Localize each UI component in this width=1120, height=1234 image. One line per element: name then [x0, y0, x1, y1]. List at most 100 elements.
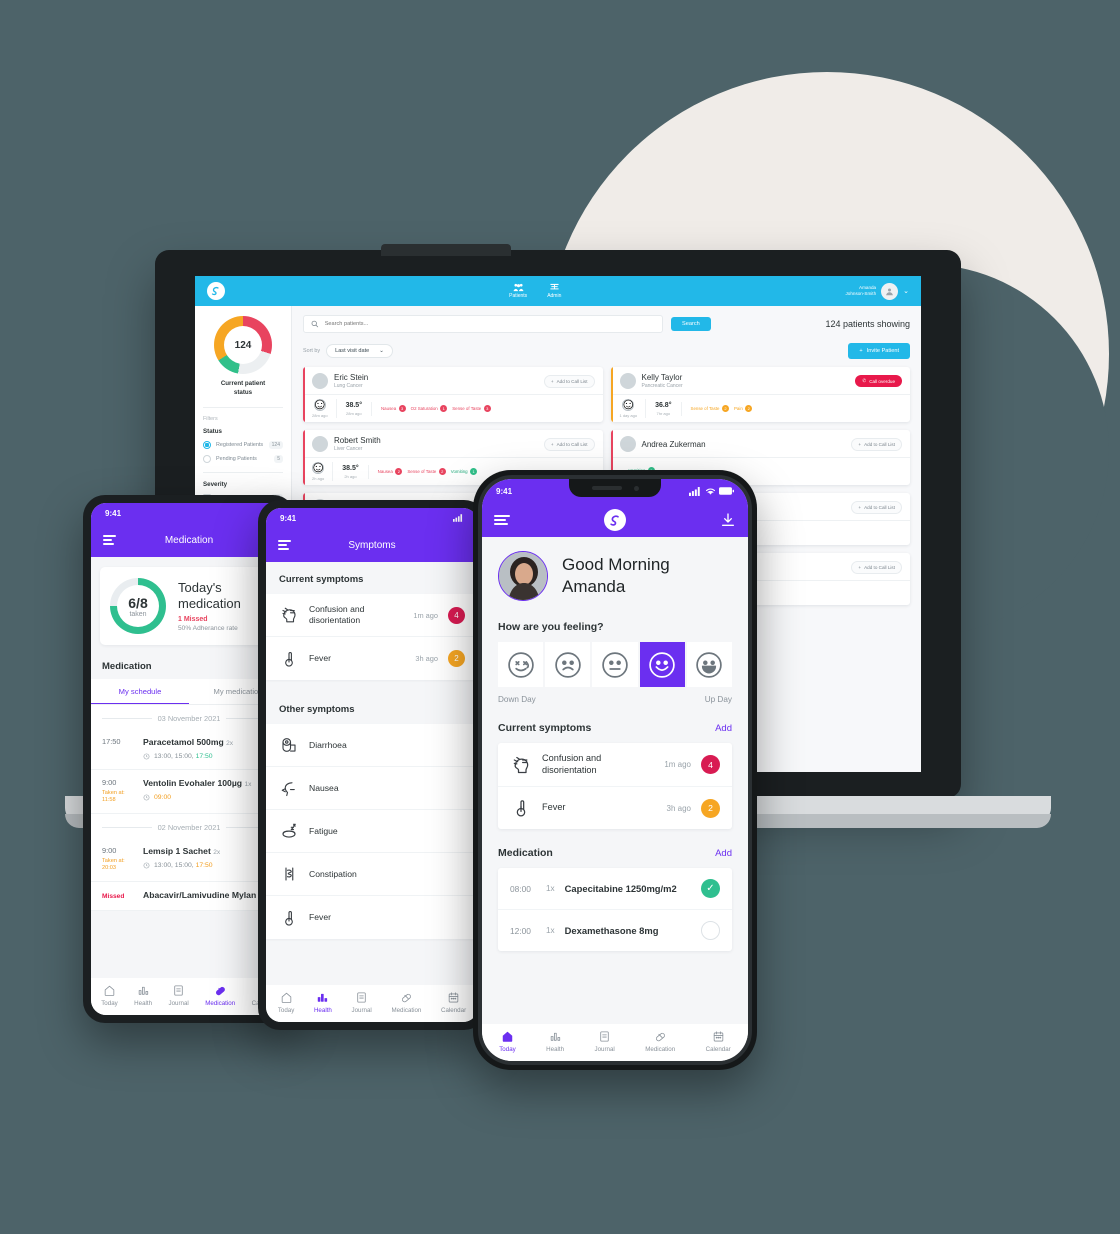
- nav-item-admin[interactable]: Admin: [547, 283, 561, 299]
- filter-registered-patients[interactable]: Registered Patients 124: [203, 440, 283, 449]
- nav-item-journal[interactable]: Journal: [169, 984, 189, 1007]
- patient-identity: Andrea Zukerman: [642, 440, 706, 449]
- search-button[interactable]: Search: [671, 317, 711, 331]
- symptom-row[interactable]: Nausea: [266, 767, 478, 810]
- nav-item-journal[interactable]: Journal: [595, 1030, 615, 1053]
- radio-icon[interactable]: [203, 440, 211, 449]
- thermometer-icon: [516, 800, 526, 817]
- mood-selector: [482, 642, 748, 688]
- nav-item-calendar[interactable]: Calendar: [706, 1030, 731, 1053]
- add-symptom-button[interactable]: Add: [715, 723, 732, 734]
- nav-item-health[interactable]: Health: [134, 984, 152, 1007]
- sort-select[interactable]: Last visit date ⌄: [326, 344, 393, 358]
- avatar: [619, 373, 636, 389]
- severity-label: Severity: [203, 480, 228, 488]
- tag-label: Sense of Taste: [407, 469, 437, 474]
- search-box[interactable]: [303, 315, 663, 333]
- symptom-tag: Nausea 3: [381, 404, 406, 413]
- dose-checkbox[interactable]: [701, 921, 720, 941]
- symptom-row[interactable]: Confusion and disorientation 1m ago 4: [498, 743, 732, 788]
- patient-mood: ☺ 2h ago: [310, 459, 334, 481]
- medication-row[interactable]: 08:00 1x Capecitabine 1250mg/m2 ✓: [498, 868, 732, 911]
- dose-time: 17:50: [102, 737, 121, 746]
- add-to-call-list-button[interactable]: +Add to Call List: [543, 437, 595, 451]
- mood-option-sad[interactable]: [545, 642, 591, 688]
- nav-item-patients[interactable]: Patients: [509, 283, 527, 299]
- add-to-call-list-button[interactable]: +Add to Call List: [851, 500, 902, 514]
- tab-my-schedule[interactable]: My schedule: [91, 679, 189, 704]
- sort-row: Sort by Last visit date ⌄ + Invite Patie…: [303, 343, 910, 359]
- patient-card[interactable]: Eric Stein Lung Cancer + Add to Call List ☺ 2…: [303, 367, 603, 422]
- app-bar: [482, 503, 748, 537]
- symptom-row[interactable]: Fever 3h ago 2: [266, 637, 478, 680]
- mood-timestamp: 1 day ago: [619, 413, 638, 418]
- nav-item-today[interactable]: Today: [499, 1030, 516, 1053]
- search-input[interactable]: [324, 321, 655, 327]
- patient-diagnosis: Lung Cancer: [334, 383, 363, 389]
- download-icon[interactable]: [720, 512, 736, 528]
- symptom-row[interactable]: Diarrhoea: [266, 724, 478, 767]
- radio-icon[interactable]: [203, 454, 211, 463]
- missed-count: 1 Missed: [178, 616, 208, 624]
- symptom-icon: [279, 864, 299, 884]
- patient-card[interactable]: Kelly Taylor Pancreatic Cancer ✆ Call overd…: [610, 367, 910, 422]
- symptom-row[interactable]: Confusion and disorientation 1m ago 4: [266, 594, 478, 637]
- status-time: 9:41: [105, 508, 122, 518]
- hamburger-icon[interactable]: [278, 540, 291, 550]
- symptom-icon: [279, 605, 299, 625]
- nav-item-calendar[interactable]: Calendar: [441, 991, 466, 1014]
- invite-patient-button[interactable]: + Invite Patient: [848, 343, 910, 359]
- add-to-call-list-button[interactable]: +Add to Call List: [543, 374, 595, 388]
- nav-item-medication[interactable]: Medication: [205, 984, 235, 1007]
- mood-option-crying[interactable]: [498, 642, 544, 688]
- filter-count: 124: [268, 440, 283, 449]
- search-bar: Search 124 patients showing: [303, 315, 910, 333]
- tag-label: Vomiting: [450, 469, 468, 474]
- nav-item-today[interactable]: Today: [101, 984, 118, 1007]
- nav-item-today[interactable]: Today: [278, 991, 294, 1014]
- symptom-row[interactable]: Constipation: [266, 853, 478, 896]
- nav-item-medication[interactable]: Medication: [645, 1030, 675, 1053]
- mood-left-label: Down Day: [498, 695, 536, 705]
- add-to-call-list-button[interactable]: +Add to Call List: [851, 437, 902, 451]
- filter-pending-patients[interactable]: Pending Patients 5: [203, 454, 283, 463]
- user-menu[interactable]: Amanda Johnson-Smith ⌄: [845, 282, 909, 300]
- symptom-row[interactable]: Fever: [266, 896, 478, 939]
- medication-row[interactable]: 12:00 1x Dexamethasone 8mg: [498, 910, 732, 951]
- nav-item-health[interactable]: Health: [546, 1030, 564, 1053]
- nav-item-health[interactable]: Health: [314, 991, 332, 1014]
- hamburger-icon[interactable]: [103, 535, 116, 545]
- plus-icon: +: [858, 504, 862, 510]
- dose-checkbox[interactable]: ✓: [701, 879, 720, 899]
- tag-label: Nausea: [377, 469, 393, 474]
- add-to-call-list-button[interactable]: +Add to Call List: [851, 560, 902, 574]
- symptom-icon: [279, 649, 299, 669]
- avatar: [312, 436, 328, 452]
- divider: [203, 406, 283, 408]
- add-medication-button[interactable]: Add: [715, 848, 732, 859]
- severity-badge: 4: [448, 606, 465, 624]
- avatar: [312, 373, 328, 389]
- plus-icon: +: [550, 378, 554, 384]
- nav-item-journal[interactable]: Journal: [352, 991, 372, 1014]
- confusion-icon: [282, 607, 296, 623]
- patient-diagnosis: Liver Cancer: [334, 446, 363, 452]
- mood-option-neutral[interactable]: [592, 642, 638, 688]
- avatar: [619, 436, 636, 452]
- symptom-row[interactable]: Fever 3h ago 2: [498, 787, 732, 829]
- hamburger-icon[interactable]: [494, 515, 510, 525]
- mood-timestamp: 28m ago: [312, 413, 328, 418]
- mood-option-happy[interactable]: [639, 642, 685, 688]
- nav-label: Medication: [205, 1000, 236, 1007]
- call-overdue-badge[interactable]: ✆ Call overdue: [855, 375, 902, 387]
- tag-count: 2: [721, 405, 729, 412]
- symptom-row[interactable]: Fatigue: [266, 810, 478, 853]
- nav-item-medication[interactable]: Medication: [391, 991, 421, 1014]
- mood-option-very-happy[interactable]: [686, 642, 733, 688]
- symptom-name: Fever: [309, 912, 331, 922]
- temperature-value: 36.8°: [655, 401, 672, 409]
- patient-temperature: 38.5° 28m ago: [337, 401, 373, 416]
- dose-time: 9:00: [102, 846, 117, 856]
- nausea-icon: [281, 782, 295, 797]
- journal-icon: [174, 985, 183, 996]
